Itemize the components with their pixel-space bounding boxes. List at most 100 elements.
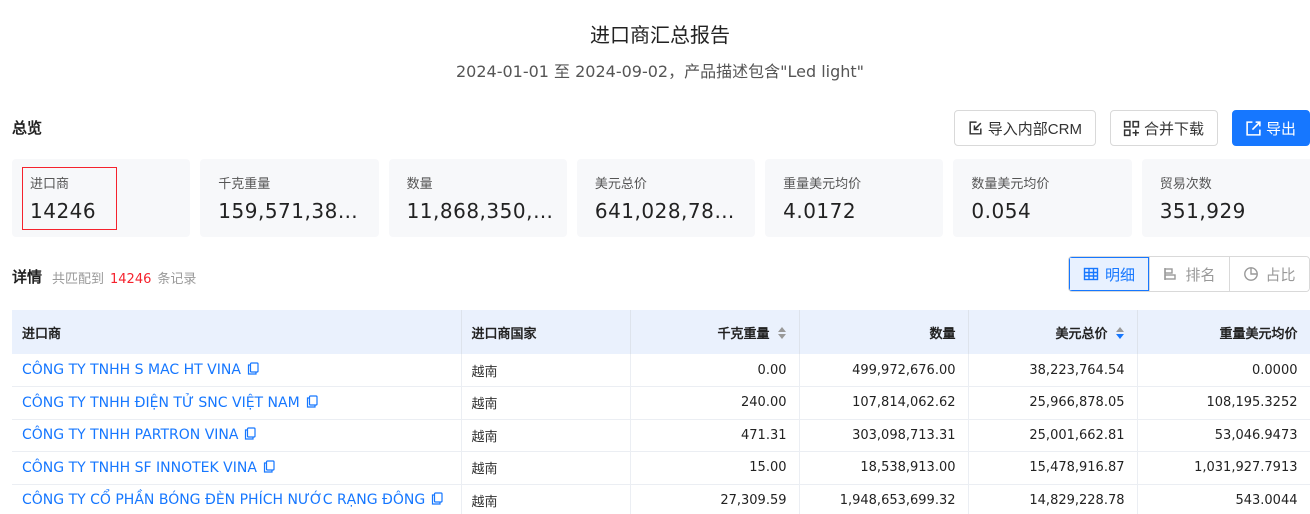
data-table: 进口商 进口商国家 千克重量 数量 美元总价 重量美元均价 CÔNG TY TN… [12, 310, 1310, 514]
importer-link[interactable]: CÔNG TY TNHH ĐIỆN TỬ SNC VIỆT NAM [22, 395, 300, 411]
details-title: 详情 [12, 268, 43, 286]
column-header-weight-label: 千克重量 [717, 326, 770, 342]
match-suffix: 条记录 [157, 272, 197, 287]
sort-desc-icon[interactable] [1115, 326, 1125, 340]
quantity-cell: 303,098,713.31 [799, 419, 969, 452]
stat-value: 11,868,350,245.51 [406, 199, 559, 223]
import-crm-button[interactable]: 导入内部CRM [953, 110, 1096, 146]
importer-link[interactable]: CÔNG TY TNHH S MAC HT VINA [22, 362, 241, 378]
table-row: CÔNG TY TNHH S MAC HT VINA 越南 0.00 499,9… [12, 354, 1310, 387]
country-cell: 越南 [461, 484, 631, 514]
weight-avg-price-cell: 108,195.3252 [1137, 386, 1310, 420]
importer-link[interactable]: CÔNG TY CỔ PHẦN BÓNG ĐÈN PHÍCH NƯỚC RẠNG… [22, 492, 425, 508]
column-header-quantity[interactable]: 数量 [799, 310, 969, 354]
stat-value: 0.054 [971, 199, 1032, 223]
tab-ranking-label: 排名 [1185, 265, 1216, 284]
weight-cell: 240.00 [630, 386, 800, 420]
weight-cell: 27,309.59 [630, 484, 800, 514]
importer-cell: CÔNG TY TNHH ĐIỆN TỬ SNC VIỆT NAM [12, 386, 462, 420]
stat-card-total-usd: 美元总价 641,028,785.52 [576, 159, 756, 237]
weight-avg-price-cell: 1,031,927.7913 [1137, 451, 1310, 485]
tab-share-label: 占比 [1265, 265, 1296, 284]
weight-cell: 0.00 [630, 354, 800, 387]
match-prefix: 共匹配到 [52, 272, 105, 287]
country-cell: 越南 [461, 419, 631, 452]
import-crm-label: 导入内部CRM [987, 120, 1082, 138]
merge-download-label: 合并下载 [1143, 120, 1204, 138]
importer-link[interactable]: CÔNG TY TNHH SF INNOTEK VINA [22, 460, 257, 476]
sort-icon[interactable] [777, 326, 787, 340]
stat-card-trade-count: 贸易次数 351,929 [1141, 159, 1310, 237]
table-row: CÔNG TY TNHH SF INNOTEK VINA 越南 15.00 18… [12, 451, 1310, 485]
weight-cell: 471.31 [630, 419, 800, 452]
stat-value: 14246 [30, 199, 97, 223]
pie-chart-icon [1243, 266, 1259, 282]
column-header-weight[interactable]: 千克重量 [630, 310, 800, 354]
import-icon [967, 120, 984, 137]
stat-card-quantity-avg-price: 数量美元均价 0.054 [953, 159, 1132, 237]
copy-icon[interactable] [247, 362, 259, 375]
stat-value: 641,028,785.52 [594, 199, 748, 223]
tab-detail[interactable]: 明细 [1069, 257, 1149, 291]
match-summary: 共匹配到 14246 条记录 [52, 268, 196, 287]
importer-cell: CÔNG TY CỔ PHẦN BÓNG ĐÈN PHÍCH NƯỚC RẠNG… [12, 484, 462, 514]
merge-download-button[interactable]: 合并下载 [1109, 110, 1218, 146]
stat-label: 贸易次数 [1159, 177, 1212, 192]
copy-icon[interactable] [263, 460, 275, 473]
view-tabs: 明细 排名 占比 [1068, 256, 1310, 292]
total-usd-cell: 38,223,764.54 [968, 354, 1138, 387]
table-row: CÔNG TY TNHH ĐIỆN TỬ SNC VIỆT NAM 越南 240… [12, 386, 1310, 420]
stat-value: 4.0172 [783, 199, 857, 223]
export-label: 导出 [1265, 120, 1296, 138]
export-button[interactable]: 导出 [1231, 110, 1310, 146]
column-header-total-usd-label: 美元总价 [1055, 326, 1108, 342]
country-cell: 越南 [461, 386, 631, 420]
merge-icon [1123, 120, 1140, 137]
stat-label: 数量美元均价 [971, 177, 1050, 192]
report-subtitle: 2024-01-01 至 2024-09-02，产品描述包含"Led light… [455, 62, 865, 81]
weight-avg-price-cell: 0.0000 [1137, 354, 1310, 387]
tab-ranking[interactable]: 排名 [1149, 257, 1229, 291]
stat-label: 重量美元均价 [783, 177, 862, 192]
tab-share[interactable]: 占比 [1229, 257, 1309, 291]
stat-label: 千克重量 [218, 177, 271, 192]
importer-cell: CÔNG TY TNHH PARTRON VINA [12, 419, 462, 452]
stat-label: 数量 [406, 177, 433, 192]
quantity-cell: 18,538,913.00 [799, 451, 969, 485]
overview-title: 总览 [12, 119, 43, 137]
importer-cell: CÔNG TY TNHH S MAC HT VINA [12, 354, 462, 387]
total-usd-cell: 25,966,878.05 [968, 386, 1138, 420]
country-cell: 越南 [461, 354, 631, 387]
copy-icon[interactable] [306, 395, 318, 408]
stat-card-weight-avg-price: 重量美元均价 4.0172 [765, 159, 944, 237]
table-row: CÔNG TY CỔ PHẦN BÓNG ĐÈN PHÍCH NƯỚC RẠNG… [12, 484, 1310, 514]
importer-cell: CÔNG TY TNHH SF INNOTEK VINA [12, 451, 462, 485]
stat-label: 进口商 [30, 177, 70, 192]
weight-cell: 15.00 [630, 451, 800, 485]
weight-avg-price-cell: 53,046.9473 [1137, 419, 1310, 452]
stat-value: 351,929 [1159, 199, 1246, 223]
importer-link[interactable]: CÔNG TY TNHH PARTRON VINA [22, 427, 238, 443]
stat-value: 159,571,387.46 [218, 199, 371, 223]
quantity-cell: 1,948,653,699.32 [799, 484, 969, 514]
stat-card-weight: 千克重量 159,571,387.46 [200, 159, 379, 237]
copy-icon[interactable] [431, 492, 443, 505]
quantity-cell: 107,814,062.62 [799, 386, 969, 420]
match-count: 14246 [110, 272, 152, 287]
copy-icon[interactable] [244, 427, 257, 440]
column-header-weight-avg-price[interactable]: 重量美元均价 [1137, 310, 1310, 354]
column-header-country[interactable]: 进口商国家 [461, 310, 631, 354]
column-header-importer[interactable]: 进口商 [12, 310, 462, 354]
total-usd-cell: 15,478,916.87 [968, 451, 1138, 485]
column-header-total-usd[interactable]: 美元总价 [968, 310, 1138, 354]
total-usd-cell: 14,829,228.78 [968, 484, 1138, 514]
table-header-row: 进口商 进口商国家 千克重量 数量 美元总价 重量美元均价 [12, 310, 1310, 354]
ranking-icon [1163, 266, 1179, 282]
external-link-icon [1245, 120, 1262, 137]
table-row: CÔNG TY TNHH PARTRON VINA 越南 471.31 303,… [12, 419, 1310, 452]
stat-card-quantity: 数量 11,868,350,245.51 [388, 159, 567, 237]
tab-detail-label: 明细 [1104, 265, 1135, 284]
quantity-cell: 499,972,676.00 [799, 354, 969, 387]
report-title: 进口商汇总报告 [590, 23, 730, 47]
stat-label: 美元总价 [594, 177, 647, 192]
